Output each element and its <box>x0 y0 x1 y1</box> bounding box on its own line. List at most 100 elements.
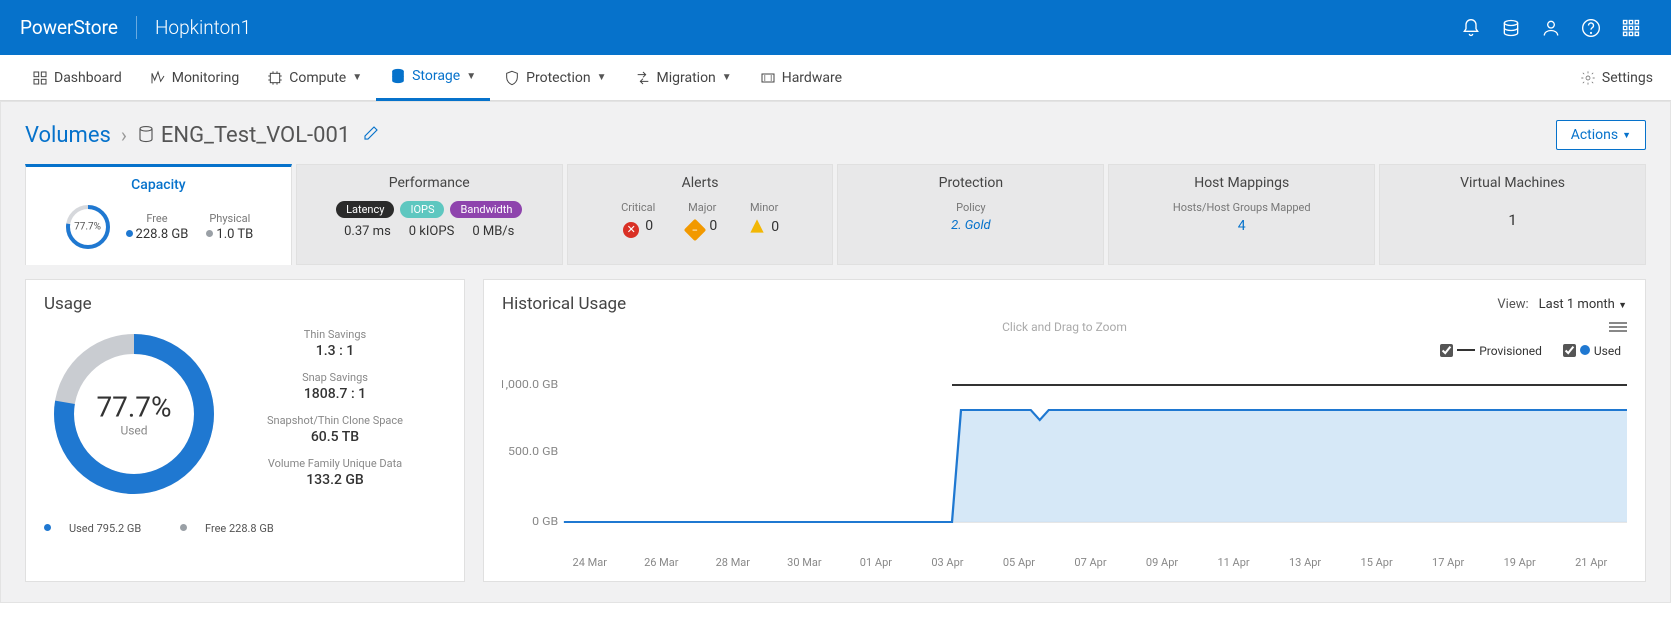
alert-major-value: 0 <box>709 218 717 234</box>
tab-host-title: Host Mappings <box>1123 175 1360 191</box>
nav-compute-label: Compute <box>289 70 346 86</box>
jobs-icon[interactable] <box>1491 17 1531 38</box>
alert-critical-label: Critical <box>621 201 655 214</box>
breadcrumb: Volumes › ENG_Test_VOL-001 Actions ▼ <box>1 102 1670 164</box>
pill-bandwidth: Bandwidth <box>450 201 522 218</box>
user-icon[interactable] <box>1531 17 1571 38</box>
x-tick: 13 Apr <box>1269 556 1341 569</box>
alert-major-label: Major <box>687 201 717 214</box>
nav-settings[interactable]: Settings <box>1580 70 1653 86</box>
x-tick: 30 Mar <box>769 556 841 569</box>
chevron-down-icon: ▼ <box>466 71 476 82</box>
actions-button-label: Actions <box>1571 127 1618 143</box>
usage-percent-label: Used <box>96 424 171 438</box>
nav-storage-label: Storage <box>412 68 460 84</box>
x-tick: 09 Apr <box>1126 556 1198 569</box>
usage-percent: 77.7% <box>96 391 171 424</box>
brand-label: PowerStore <box>20 16 137 39</box>
legend-provisioned-checkbox[interactable] <box>1440 344 1453 357</box>
tab-vm-title: Virtual Machines <box>1394 175 1631 191</box>
nav-protection[interactable]: Protection ▼ <box>490 55 620 101</box>
svg-text:1,000.0 GB: 1,000.0 GB <box>502 378 558 391</box>
tab-capacity[interactable]: Capacity 77.7% Free228.8 GB Physical1.0 … <box>25 164 292 265</box>
nav-storage[interactable]: Storage ▼ <box>376 55 490 101</box>
unique-data-value: 133.2 GB <box>224 472 446 488</box>
capacity-mini-percent: 77.7% <box>74 222 101 233</box>
view-selector[interactable]: Last 1 month ▼ <box>1539 297 1627 312</box>
usage-legend: Used 795.2 GB Free 228.8 GB <box>26 518 464 549</box>
snapshot-space-value: 60.5 TB <box>224 429 446 445</box>
capacity-physical-label: Physical <box>206 212 253 225</box>
nav-migration[interactable]: Migration ▼ <box>621 55 746 101</box>
bell-icon[interactable] <box>1451 17 1491 38</box>
vm-count: 1 <box>1394 201 1631 229</box>
tab-performance-title: Performance <box>311 175 548 191</box>
alert-minor-value: 0 <box>771 219 779 235</box>
capacity-physical-value: 1.0 TB <box>216 227 253 242</box>
protection-policy-link[interactable]: 2. Gold <box>852 218 1089 233</box>
breadcrumb-root[interactable]: Volumes <box>25 123 111 148</box>
apps-icon[interactable] <box>1611 17 1651 38</box>
nav-compute[interactable]: Compute▼ <box>253 55 376 101</box>
actions-button[interactable]: Actions ▼ <box>1556 120 1646 150</box>
alert-critical-value: 0 <box>645 218 653 234</box>
host-mapped-link[interactable]: 4 <box>1123 218 1360 234</box>
x-tick: 03 Apr <box>912 556 984 569</box>
x-tick: 24 Mar <box>554 556 626 569</box>
x-tick: 01 Apr <box>840 556 912 569</box>
chevron-down-icon: ▼ <box>722 72 732 83</box>
breadcrumb-separator: › <box>121 123 127 147</box>
cluster-name[interactable]: Hopkinton1 <box>155 16 251 39</box>
nav-monitoring[interactable]: Monitoring <box>136 55 254 101</box>
x-tick: 28 Mar <box>697 556 769 569</box>
historical-panel: Historical Usage View: Last 1 month ▼ Cl… <box>483 279 1646 582</box>
usage-donut: 77.7%Used <box>44 324 224 504</box>
tab-protection-title: Protection <box>852 175 1089 191</box>
snap-savings-label: Snap Savings <box>224 371 446 384</box>
nav-monitoring-label: Monitoring <box>172 70 240 86</box>
legend-provisioned-label: Provisioned <box>1479 344 1542 358</box>
tabs-strip: Capacity 77.7% Free228.8 GB Physical1.0 … <box>1 164 1670 265</box>
nav-hardware-label: Hardware <box>782 70 842 86</box>
nav-dashboard[interactable]: Dashboard <box>18 55 136 101</box>
x-tick: 05 Apr <box>983 556 1055 569</box>
perf-latency-value: 0.37 ms <box>344 224 391 239</box>
x-tick: 19 Apr <box>1484 556 1556 569</box>
thin-savings-value: 1.3 : 1 <box>224 343 446 359</box>
capacity-free-label: Free <box>126 212 189 225</box>
tab-performance[interactable]: Performance Latency IOPS Bandwidth 0.37 … <box>296 164 563 265</box>
legend-used: Used 795.2 GB <box>69 522 141 535</box>
nav-hardware[interactable]: Hardware <box>746 55 856 101</box>
nav-migration-label: Migration <box>657 70 716 86</box>
legend-used[interactable]: Used <box>1563 344 1621 358</box>
chart-area[interactable]: 1,000.0 GB 500.0 GB 0 GB <box>502 370 1627 550</box>
major-icon: − <box>684 218 707 241</box>
view-value: Last 1 month <box>1539 297 1615 312</box>
volume-name: ENG_Test_VOL-001 <box>161 123 350 148</box>
x-tick: 11 Apr <box>1198 556 1270 569</box>
usage-panel: Usage 77.7%Used Thin Savings1.3 : 1 Snap… <box>25 279 465 582</box>
legend-used-checkbox[interactable] <box>1563 344 1576 357</box>
pill-latency: Latency <box>336 201 394 218</box>
nav-protection-label: Protection <box>526 70 590 86</box>
chart-menu-icon[interactable] <box>1609 320 1627 334</box>
chart-legend: Provisioned Used <box>484 340 1645 366</box>
chart-x-axis: 24 Mar 26 Mar 28 Mar 30 Mar 01 Apr 03 Ap… <box>554 556 1627 569</box>
nav-dashboard-label: Dashboard <box>54 70 122 86</box>
snapshot-space-label: Snapshot/Thin Clone Space <box>224 414 446 427</box>
usage-panel-title: Usage <box>26 280 464 324</box>
capacity-mini-donut: 77.7% <box>64 203 112 251</box>
tab-host-mappings[interactable]: Host Mappings Hosts/Host Groups Mapped 4 <box>1108 164 1375 265</box>
main-nav: Dashboard Monitoring Compute▼ Storage▼ P… <box>0 55 1671 101</box>
chevron-down-icon: ▼ <box>597 72 607 83</box>
svg-text:500.0 GB: 500.0 GB <box>508 445 558 458</box>
legend-provisioned[interactable]: Provisioned <box>1440 344 1542 358</box>
protection-policy-label: Policy <box>852 201 1089 214</box>
chevron-down-icon: ▼ <box>1622 130 1631 141</box>
tab-virtual-machines[interactable]: Virtual Machines 1 <box>1379 164 1646 265</box>
tab-alerts[interactable]: Alerts Critical✕0 Major−0 Minor0 <box>567 164 834 265</box>
unique-data-label: Volume Family Unique Data <box>224 457 446 470</box>
help-icon[interactable] <box>1571 17 1611 38</box>
tab-protection[interactable]: Protection Policy 2. Gold <box>837 164 1104 265</box>
edit-icon[interactable] <box>350 124 380 146</box>
